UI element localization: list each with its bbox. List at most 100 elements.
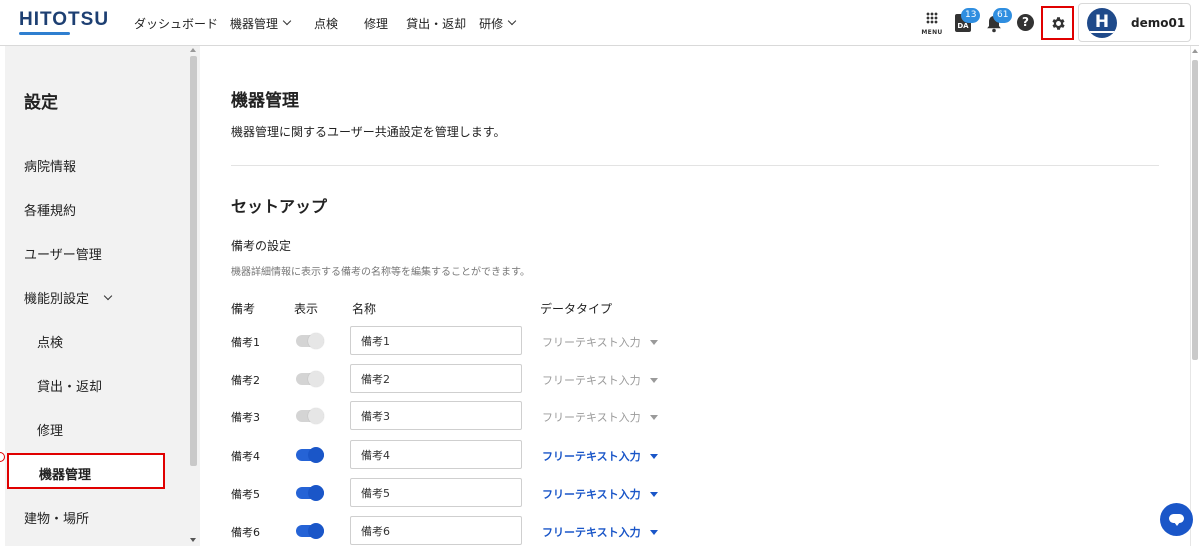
toggle-knob bbox=[308, 485, 324, 501]
nav-inspection[interactable]: 点検 bbox=[314, 0, 338, 46]
sidebar-item-label: 建物・場所 bbox=[24, 512, 90, 527]
chevron-down-icon bbox=[103, 291, 113, 300]
gear-icon bbox=[1052, 17, 1065, 30]
note-name-input[interactable] bbox=[350, 326, 522, 355]
nav-label: 点検 bbox=[314, 16, 339, 31]
note-row: 備考1 フリーテキスト入力 bbox=[231, 326, 831, 356]
caret-down-icon bbox=[649, 339, 658, 345]
nav-label: 研修 bbox=[479, 16, 504, 31]
datatype-select[interactable]: フリーテキスト入力 bbox=[542, 448, 658, 464]
logo-underline bbox=[19, 32, 70, 35]
avatar: H bbox=[1087, 8, 1117, 38]
display-toggle[interactable] bbox=[296, 408, 324, 424]
note-name-input[interactable] bbox=[350, 440, 522, 469]
scroll-up-arrow-icon[interactable] bbox=[190, 48, 196, 52]
datatype-value: フリーテキスト入力 bbox=[542, 411, 641, 424]
app-menu-button[interactable]: MENU bbox=[921, 12, 943, 40]
sidebar-title: 設定 bbox=[24, 93, 58, 113]
note-row: 備考6 フリーテキスト入力 bbox=[231, 516, 831, 546]
sidebar-scroll-thumb[interactable] bbox=[190, 56, 197, 466]
display-toggle[interactable] bbox=[296, 523, 324, 539]
page-title: 機器管理 bbox=[231, 91, 299, 111]
note-row-label: 備考1 bbox=[231, 336, 260, 349]
sidebar-item-feature-settings[interactable]: 機能別設定 bbox=[24, 288, 113, 307]
toggle-knob bbox=[308, 447, 324, 463]
sidebar-item-label: 機能別設定 bbox=[24, 292, 90, 307]
sidebar-item-label: 点検 bbox=[37, 336, 64, 351]
datatype-select: フリーテキスト入力 bbox=[542, 372, 658, 388]
main-scroll-thumb[interactable] bbox=[1192, 60, 1198, 360]
display-toggle[interactable] bbox=[296, 371, 324, 387]
sidebar-item-label: 貸出・返却 bbox=[37, 380, 103, 395]
help-icon[interactable]: ? bbox=[1017, 14, 1034, 31]
sidebar-scrollbar[interactable] bbox=[187, 46, 200, 546]
note-name-input[interactable] bbox=[350, 401, 522, 430]
sidebar-item-lending[interactable]: 貸出・返却 bbox=[37, 376, 102, 395]
username: demo01 bbox=[1131, 16, 1186, 30]
toggle-knob bbox=[308, 523, 324, 539]
sidebar-item-terms[interactable]: 各種規約 bbox=[24, 200, 76, 219]
notification-count-badge: 61 bbox=[993, 8, 1013, 23]
note-row-label: 備考4 bbox=[231, 450, 260, 463]
nav-training[interactable]: 研修 bbox=[479, 0, 517, 46]
main-nav: ダッシュボード 機器管理 点検 修理 貸出・返却 研修 bbox=[134, 0, 517, 46]
hitotsu-logo[interactable]: HITOTSU bbox=[19, 9, 109, 31]
nav-lending[interactable]: 貸出・返却 bbox=[406, 0, 466, 46]
note-row: 備考2 フリーテキスト入力 bbox=[231, 364, 831, 394]
settings-button[interactable] bbox=[1041, 6, 1074, 40]
sidebar-item-label: 各種規約 bbox=[24, 204, 77, 219]
settings-sidebar: 設定 病院情報 各種規約 ユーザー管理 機能別設定 点検 貸出・返却 修理 機器… bbox=[5, 46, 200, 546]
toggle-knob bbox=[308, 371, 324, 387]
note-row-label: 備考3 bbox=[231, 411, 260, 424]
datatype-select: フリーテキスト入力 bbox=[542, 334, 658, 350]
note-name-input[interactable] bbox=[350, 364, 522, 393]
nav-label: 貸出・返却 bbox=[406, 16, 467, 31]
nav-label: 修理 bbox=[364, 16, 389, 31]
scroll-down-arrow-icon[interactable] bbox=[190, 538, 196, 542]
column-header-name: 名称 bbox=[352, 302, 377, 316]
menu-label: MENU bbox=[921, 29, 943, 36]
sidebar-item-hospital-info[interactable]: 病院情報 bbox=[24, 156, 76, 175]
sidebar-item-buildings[interactable]: 建物・場所 bbox=[24, 508, 89, 527]
scroll-up-arrow-icon[interactable] bbox=[1192, 49, 1198, 53]
top-header: HITOTSU ダッシュボード 機器管理 点検 修理 貸出・返却 研修 MENU… bbox=[0, 0, 1199, 46]
sidebar-item-inspection[interactable]: 点検 bbox=[37, 332, 63, 351]
column-header-display: 表示 bbox=[294, 302, 319, 316]
sidebar-item-user-management[interactable]: ユーザー管理 bbox=[24, 244, 102, 263]
sidebar-item-equipment-management[interactable]: 機器管理 bbox=[7, 453, 165, 489]
datatype-value: フリーテキスト入力 bbox=[542, 488, 641, 501]
sidebar-item-label: ユーザー管理 bbox=[24, 248, 102, 263]
display-toggle[interactable] bbox=[296, 447, 324, 463]
note-name-input[interactable] bbox=[350, 478, 522, 507]
caret-down-icon bbox=[649, 414, 658, 420]
note-row: 備考5 フリーテキスト入力 bbox=[231, 478, 831, 508]
chat-bubble-tail bbox=[1174, 522, 1180, 526]
datatype-value: フリーテキスト入力 bbox=[542, 450, 641, 463]
note-row: 備考4 フリーテキスト入力 bbox=[231, 440, 831, 470]
caret-down-icon bbox=[649, 491, 658, 497]
da-label: DA bbox=[957, 22, 969, 30]
nav-equipment[interactable]: 機器管理 bbox=[230, 0, 292, 46]
column-header-note: 備考 bbox=[231, 302, 256, 316]
note-row-label: 備考5 bbox=[231, 488, 260, 501]
toggle-knob bbox=[308, 408, 324, 424]
sidebar-item-repair[interactable]: 修理 bbox=[37, 420, 63, 439]
user-menu[interactable]: H demo01 bbox=[1078, 3, 1191, 42]
datatype-select[interactable]: フリーテキスト入力 bbox=[542, 486, 658, 502]
datatype-value: フリーテキスト入力 bbox=[542, 336, 641, 349]
main-scrollbar[interactable] bbox=[1190, 46, 1199, 546]
display-toggle[interactable] bbox=[296, 485, 324, 501]
display-toggle[interactable] bbox=[296, 333, 324, 349]
caret-down-icon bbox=[649, 453, 658, 459]
toggle-knob bbox=[308, 333, 324, 349]
nav-label: 機器管理 bbox=[230, 16, 279, 31]
section-divider bbox=[231, 165, 1159, 166]
datatype-select[interactable]: フリーテキスト入力 bbox=[542, 524, 658, 540]
note-name-input[interactable] bbox=[350, 516, 522, 545]
nav-label: ダッシュボード bbox=[134, 16, 219, 31]
nav-repair[interactable]: 修理 bbox=[364, 0, 388, 46]
nav-dashboard[interactable]: ダッシュボード bbox=[134, 0, 218, 46]
chat-support-button[interactable] bbox=[1160, 503, 1193, 536]
caret-down-icon bbox=[649, 377, 658, 383]
grid-icon bbox=[926, 12, 938, 24]
